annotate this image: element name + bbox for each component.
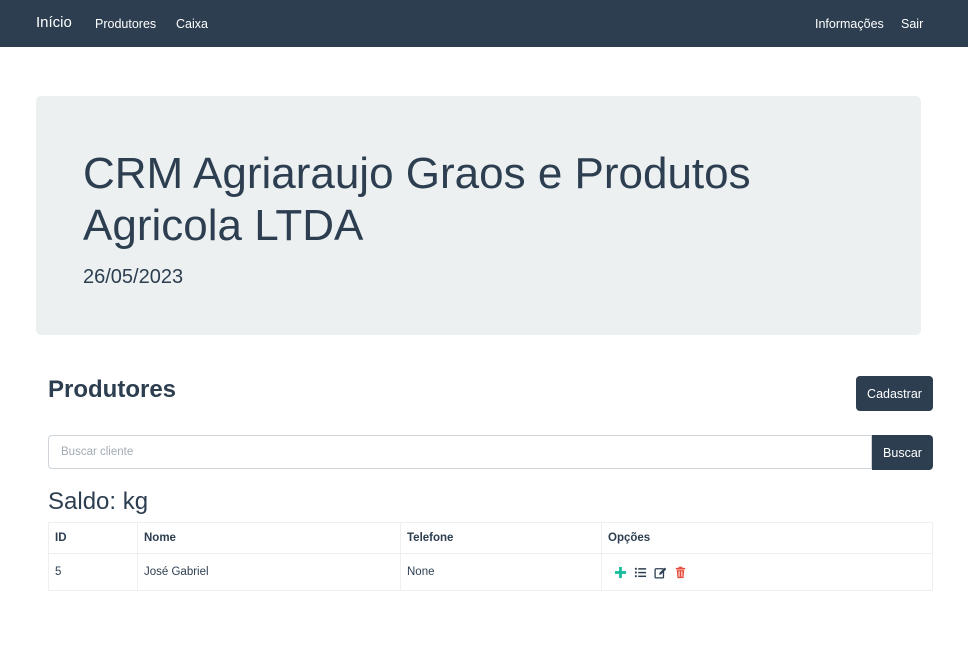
producers-table: ID Nome Telefone Opções 5 José Gabriel N… [48,522,933,591]
page-title: CRM Agriaraujo Graos e Produtos Agricola… [83,149,751,250]
column-header-opcoes: Opções [601,522,933,554]
top-navbar: Início Produtores Caixa Informações Sair [0,0,968,47]
table-row: 5 José Gabriel None [48,553,933,591]
edit-icon[interactable] [654,566,667,579]
column-header-id: ID [48,522,138,554]
buscar-button[interactable]: Buscar [872,435,933,470]
jumbotron: CRM Agriaraujo Graos e Produtos Agricola… [36,96,921,335]
balance-label: Saldo: kg [48,488,149,515]
column-header-nome: Nome [137,522,401,554]
column-header-telefone: Telefone [400,522,602,554]
search-input[interactable] [48,435,872,469]
plus-icon[interactable] [614,566,627,579]
cell-telefone: None [400,553,602,591]
section-title-produtores: Produtores [48,376,177,403]
row-actions [608,566,926,579]
nav-link-produtores[interactable]: Produtores [95,17,156,31]
nav-link-informacoes[interactable]: Informações [815,17,884,31]
cell-id: 5 [48,553,138,591]
table-header-row: ID Nome Telefone Opções [48,522,933,554]
page-date: 26/05/2023 [83,266,184,288]
list-icon[interactable] [634,566,647,579]
cadastrar-button[interactable]: Cadastrar [856,376,933,411]
nav-brand-inicio[interactable]: Início [36,14,72,31]
nav-link-sair[interactable]: Sair [901,17,923,31]
cell-nome: José Gabriel [137,553,401,591]
cell-opcoes [601,553,933,591]
trash-icon[interactable] [674,566,687,579]
nav-link-caixa[interactable]: Caixa [176,17,208,31]
